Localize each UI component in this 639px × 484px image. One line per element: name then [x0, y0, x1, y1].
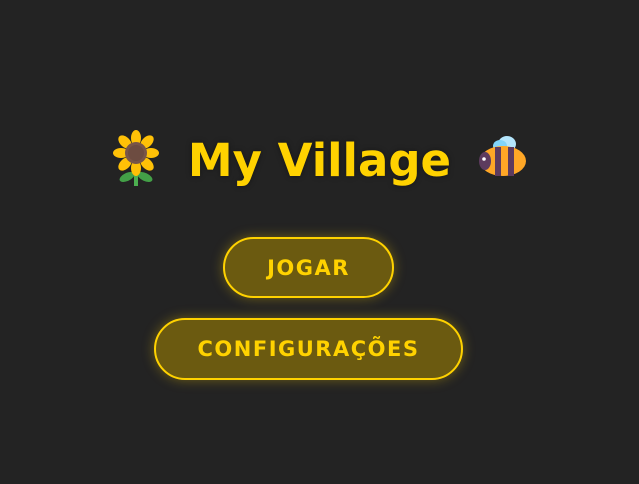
title-row: My Village [0, 126, 639, 194]
settings-button[interactable]: CONFIGURAÇÕES [154, 318, 463, 380]
bee-icon [477, 130, 529, 190]
sunflower-icon [110, 130, 162, 190]
play-button[interactable]: JOGAR [223, 237, 394, 298]
game-title: My Village [187, 133, 452, 187]
main-menu-screen: My Village JOGAR CONFIGURAÇÕES [0, 0, 639, 484]
